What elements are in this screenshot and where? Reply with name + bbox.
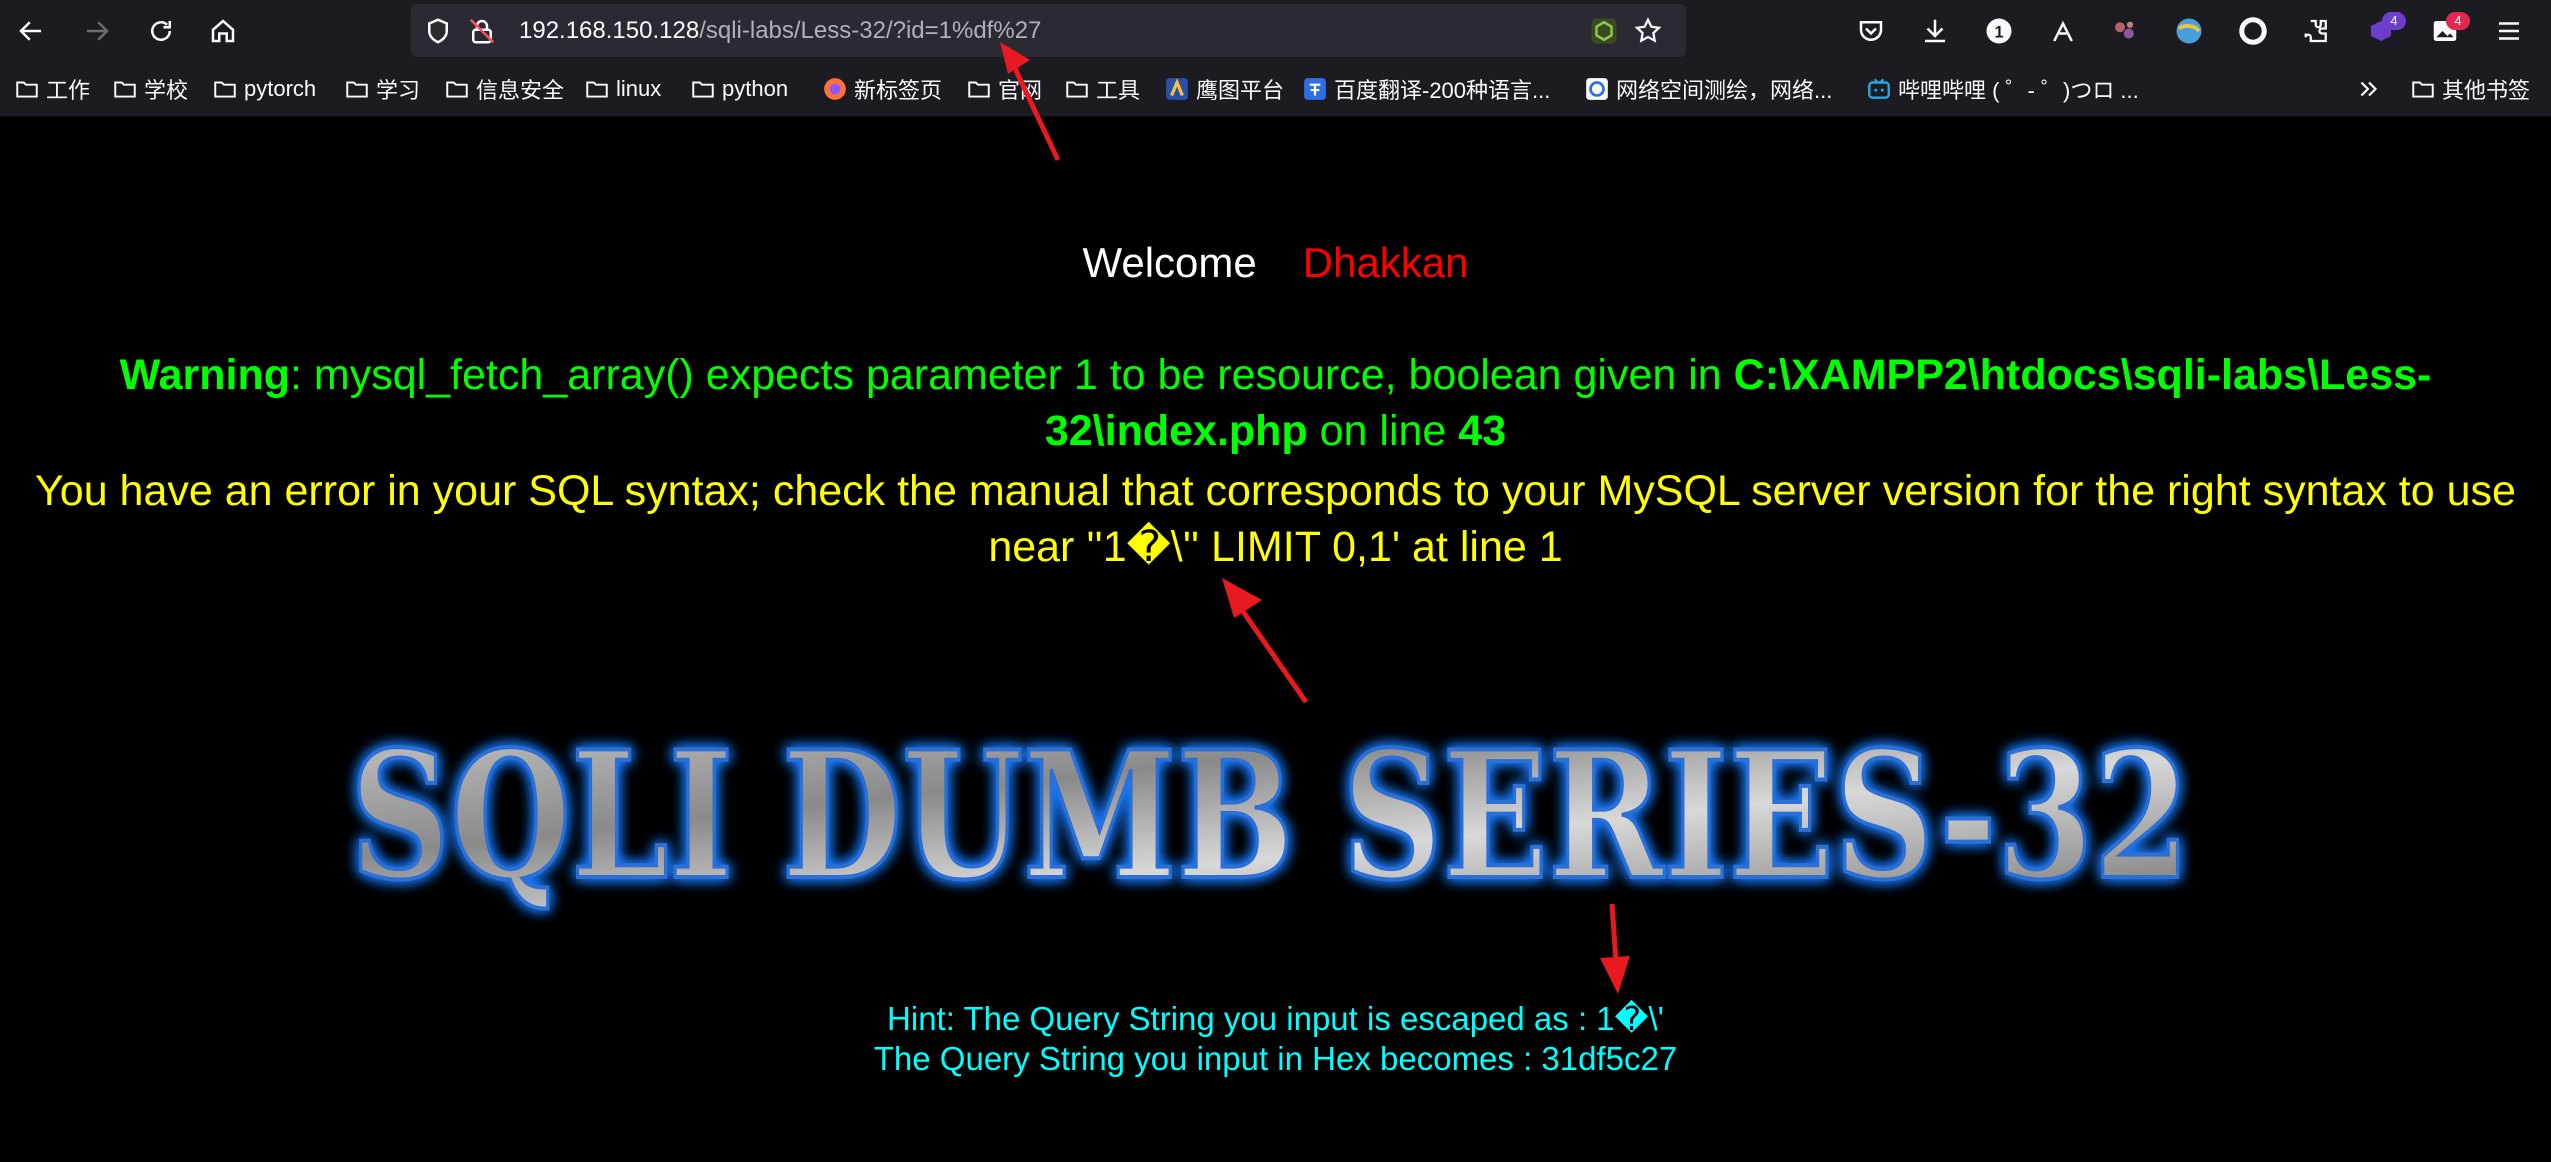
bookmark-label: pytorch [244, 76, 317, 101]
download-icon [1925, 19, 1945, 43]
extension-7-button[interactable]: 4 [2422, 8, 2470, 54]
url-host: 192.168.150.128 [519, 17, 700, 44]
reload-icon [151, 21, 171, 41]
bookmark-folder-other[interactable]: 其他书签 [2410, 62, 2530, 116]
bookmark-folder-study[interactable]: 学习 [344, 62, 420, 116]
pocket-icon [1859, 21, 1883, 41]
extension-4-button[interactable] [2166, 8, 2212, 54]
home-button[interactable] [200, 8, 246, 54]
warning-line: 43 [1458, 407, 1507, 455]
bilibili-icon [1868, 78, 1890, 99]
bookmark-baidu-translate[interactable]: 百度翻译-200种语言... [1302, 62, 1550, 116]
php-warning: Warning: mysql_fetch_array() expects par… [60, 347, 2491, 459]
bookmark-bilibili[interactable]: 哔哩哔哩 ( ゜- ゜)つロ ... [1866, 62, 2139, 116]
bookmark-folder-school[interactable]: 学校 [112, 62, 188, 116]
bookmark-folder-infosec[interactable]: 信息安全 [444, 62, 564, 116]
extension-6-button[interactable]: 4 [2358, 8, 2406, 54]
folder-icon [2412, 81, 2434, 98]
ring-extension-icon [2239, 17, 2267, 45]
purple-badge: 4 [2382, 12, 2406, 30]
bookmark-label: 哔哩哔哩 ( ゜- ゜)つロ ... [1898, 78, 2139, 103]
bookmark-label: 工具 [1096, 78, 1141, 103]
folder-icon [446, 81, 468, 98]
folder-icon [114, 81, 136, 98]
folder-icon [346, 81, 368, 98]
bookmark-label: 鹰图平台 [1196, 78, 1285, 103]
forward-button[interactable] [74, 8, 120, 54]
bookmark-folder-python[interactable]: python [690, 62, 788, 116]
bookmark-hunter[interactable]: 鹰图平台 [1164, 62, 1284, 116]
home-icon [211, 19, 235, 43]
pocket-button[interactable] [1848, 8, 1894, 54]
bookmark-label: python [722, 76, 789, 101]
circle-one-icon: 1 [1986, 18, 2012, 44]
bookmark-folder-linux[interactable]: linux [584, 62, 661, 116]
hint-hex: The Query String you input in Hex become… [873, 1040, 1678, 1077]
forward-icon [87, 21, 109, 41]
bookmark-new-tab[interactable]: 新标签页 [822, 62, 942, 116]
bookmark-label: 百度翻译-200种语言... [1334, 78, 1551, 103]
extensions-icon [2304, 19, 2327, 43]
shield-icon[interactable] [423, 16, 453, 46]
bookmark-label: 信息安全 [476, 78, 565, 103]
firefox-icon [824, 78, 846, 100]
downloads-button[interactable] [1912, 8, 1958, 54]
annotation-arrow-url [1000, 42, 1061, 162]
bookmark-label: linux [616, 76, 662, 101]
browser-toolbar: 192.168.150.128/sqli-labs/Less-32/?id=1%… [0, 0, 2551, 62]
hunter-icon [1166, 78, 1188, 100]
extension-3-button[interactable] [2102, 8, 2148, 54]
bookmarks-overflow-button[interactable] [2356, 62, 2382, 116]
series-banner: SQLI DUMB SERIES-32 [330, 687, 2210, 947]
bookmark-folder-pytorch[interactable]: pytorch [212, 62, 316, 116]
bookmark-star-icon[interactable] [1633, 16, 1663, 46]
bookmark-label: 工作 [46, 78, 91, 103]
warning-text: : mysql_fetch_array() expects parameter … [290, 351, 1734, 399]
folder-icon [968, 81, 990, 98]
fofa-icon [1586, 78, 1608, 100]
bookmark-label: 学校 [144, 78, 189, 103]
reload-button[interactable] [138, 8, 184, 54]
folder-icon [692, 81, 714, 98]
dots-extension-icon [2115, 21, 2134, 39]
welcome-text: Welcome [1082, 239, 1257, 286]
red-badge: 4 [2446, 12, 2470, 30]
chevron-double-right-icon [2360, 81, 2378, 97]
menu-button[interactable] [2486, 8, 2532, 54]
bookmark-label: 学习 [376, 78, 421, 103]
sql-error-message: You have an error in your SQL syntax; ch… [35, 467, 2516, 571]
user-name: Dhakkan [1302, 239, 1469, 286]
node-extension-icon[interactable] [1589, 16, 1619, 46]
banner-text: SQLI DUMB SERIES-32 [350, 714, 2190, 919]
person-extension-icon [2053, 20, 2073, 42]
extension-2-button[interactable] [2040, 8, 2086, 54]
bookmark-folder-work[interactable]: 工作 [14, 62, 90, 116]
extensions-button[interactable] [2294, 8, 2340, 54]
folder-icon [586, 81, 608, 98]
folder-icon [16, 81, 38, 98]
warning-label: Warning [119, 351, 291, 399]
annotation-arrow-error [1222, 578, 1309, 704]
globe-extension-icon [2176, 18, 2202, 44]
bookmark-folder-tools[interactable]: 工具 [1064, 62, 1140, 116]
warning-online: on line [1307, 407, 1459, 455]
bookmarks-bar: 工作 学校 pytorch 学习 信息安全 linux python 新标签页 … [0, 62, 2551, 117]
translate-icon [1304, 78, 1326, 100]
extension-1-button[interactable]: 1 [1976, 8, 2022, 54]
url-text[interactable]: 192.168.150.128/sqli-labs/Less-32/?id=1%… [519, 4, 1041, 57]
svg-text:1: 1 [1994, 23, 2003, 41]
welcome-line: Welcome Dhakkan [0, 239, 2551, 287]
menu-icon [2499, 22, 2519, 40]
insecure-lock-icon[interactable] [467, 16, 497, 46]
annotation-arrow-hint [1600, 903, 1630, 994]
hint-escaped: Hint: The Query String you input is esca… [887, 1000, 1664, 1037]
bookmark-label: 网络空间测绘，网络... [1616, 78, 1833, 103]
back-icon [19, 21, 41, 41]
bookmark-label: 新标签页 [854, 78, 943, 103]
extension-5-button[interactable] [2230, 8, 2276, 54]
back-button[interactable] [8, 8, 54, 54]
bookmark-label: 其他书签 [2442, 78, 2531, 103]
folder-icon [214, 81, 236, 98]
bookmark-cyberspace[interactable]: 网络空间测绘，网络... [1584, 62, 1832, 116]
